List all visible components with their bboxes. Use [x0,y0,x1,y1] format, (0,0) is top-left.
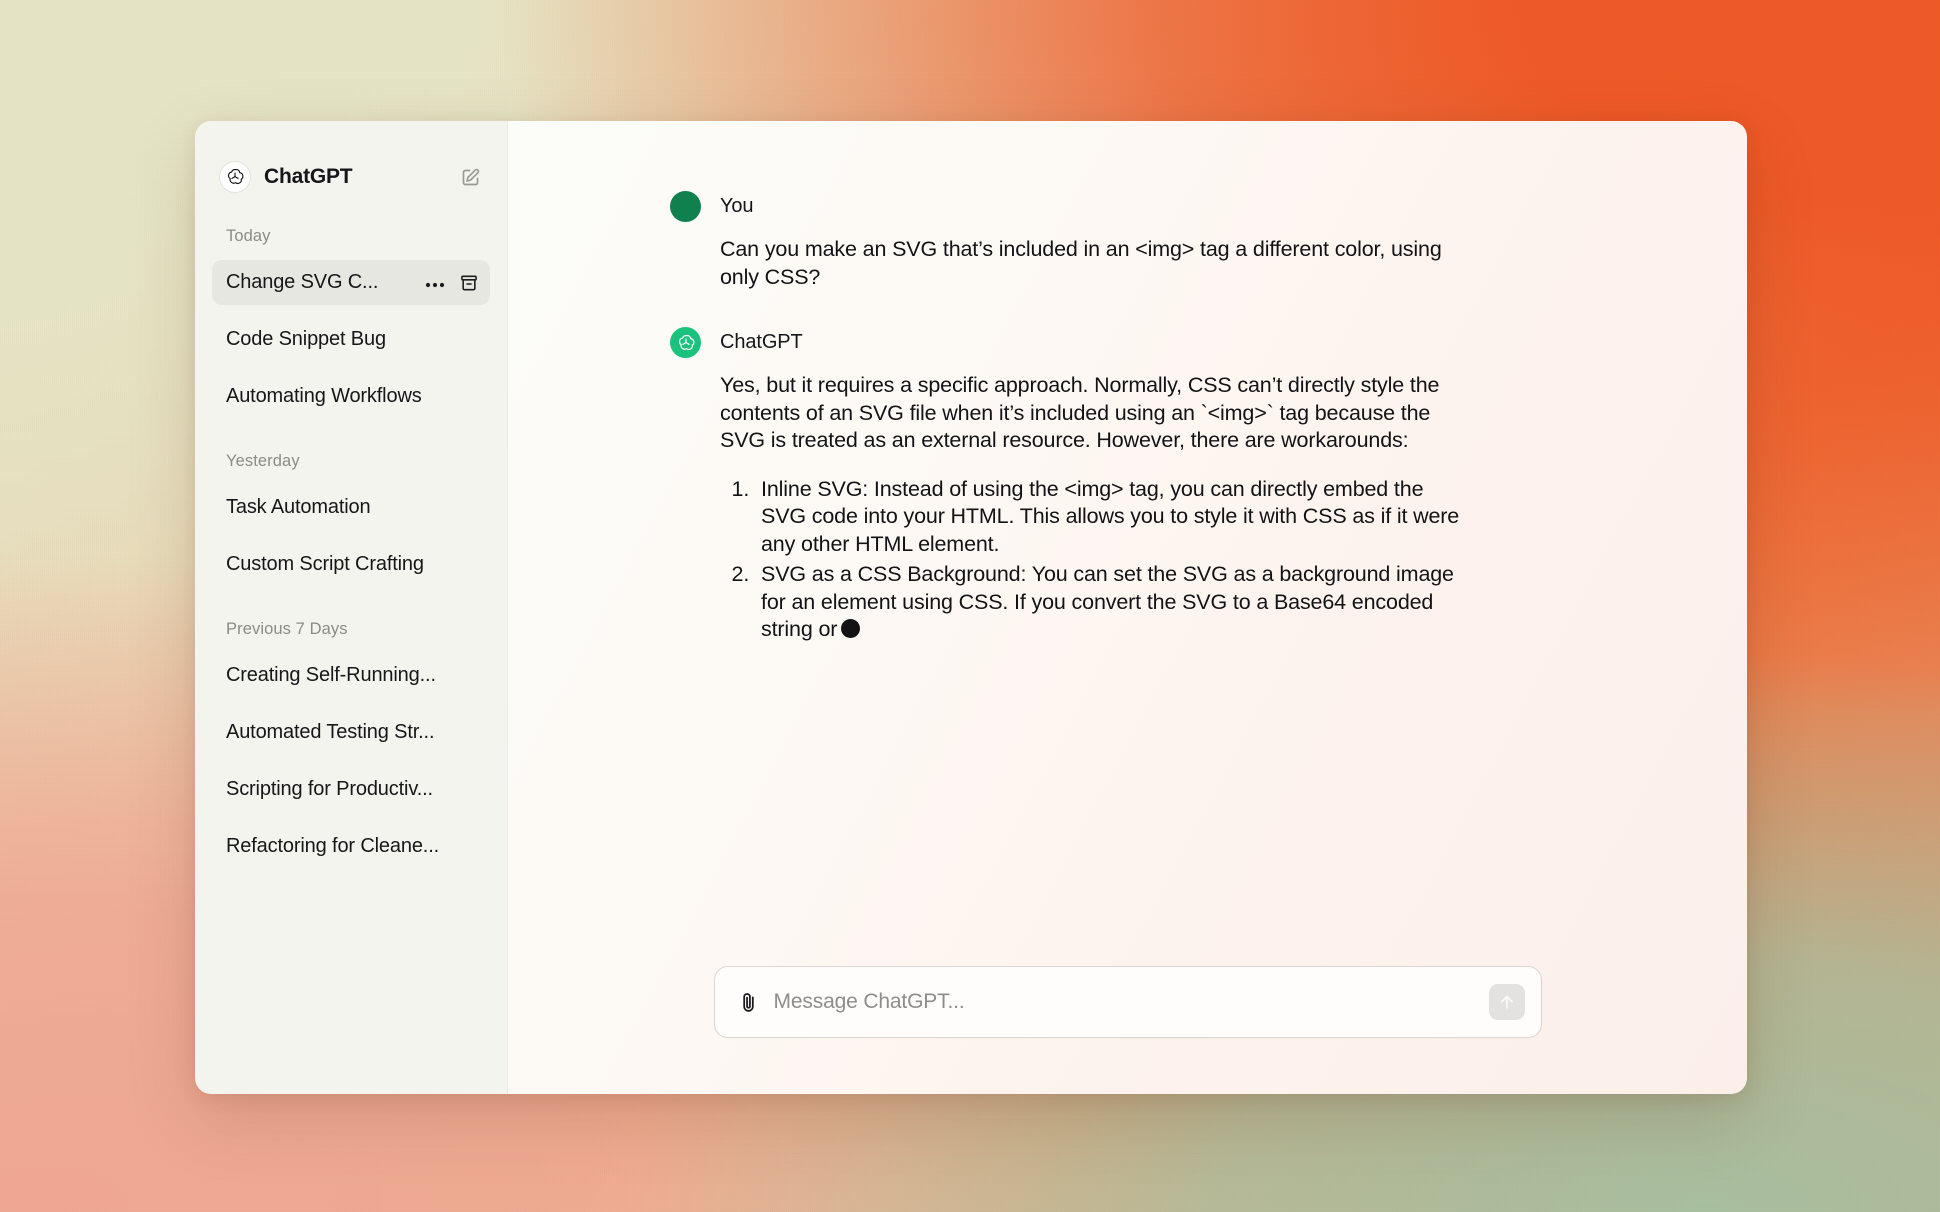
sidebar-item-label: Custom Script Crafting [226,553,424,575]
user-avatar [670,191,701,222]
message-ordered-list: Inline SVG: Instead of using the <img> t… [720,476,1460,644]
message-header: You [670,191,1570,222]
sidebar-item-label: Automated Testing Str... [226,721,435,743]
sidebar-item-creating-self-running[interactable]: Creating Self-Running... [212,653,490,698]
sidebar-group-label: Yesterday [226,452,300,470]
message-header: ChatGPT [670,327,1570,359]
sidebar-item-change-svg-c[interactable]: Change SVG C... [212,260,490,305]
message-input[interactable] [759,990,1489,1014]
list-item-text: SVG as a CSS Background: You can set the… [761,562,1454,642]
message-user: You Can you make an SVG that’s included … [670,191,1570,291]
message-body: Can you make an SVG that’s included in a… [670,236,1460,291]
send-button[interactable] [1488,984,1525,1020]
chatgpt-avatar [670,327,701,359]
sidebar-item-task-automation[interactable]: Task Automation [212,485,490,530]
sidebar-row-actions [417,273,479,293]
compose-edit-icon[interactable] [455,162,485,192]
sidebar-item-label: Task Automation [226,496,371,518]
more-options-icon[interactable] [425,278,445,288]
brand: ChatGPT [219,161,455,193]
chatgpt-app-window: ChatGPT Today Change SVG C... Code Snipp… [195,121,1747,1094]
paperclip-icon[interactable] [737,991,760,1014]
sidebar-item-label: Automating Workflows [226,385,422,407]
sidebar-item-label: Code Snippet Bug [226,328,386,350]
archive-box-icon[interactable] [459,273,479,293]
main-panel: You Can you make an SVG that’s included … [508,121,1747,1094]
sidebar-item-label: Refactoring for Cleane... [226,835,440,857]
brand-title: ChatGPT [264,165,353,188]
message-paragraph: Can you make an SVG that’s included in a… [720,237,1442,289]
list-item: SVG as a CSS Background: You can set the… [755,561,1460,644]
sidebar-group-label: Today [226,227,271,245]
sidebar-group-previous-7-days: Previous 7 Days Creating Self-Running...… [212,620,490,869]
sidebar-item-automated-testing-str[interactable]: Automated Testing Str... [212,710,490,755]
message-assistant: ChatGPT Yes, but it requires a specific … [670,327,1570,644]
sidebar-group-yesterday: Yesterday Task Automation Custom Script … [212,452,490,587]
message-author: You [720,195,754,217]
sidebar-item-label: Change SVG C... [226,271,379,293]
sidebar: ChatGPT Today Change SVG C... Code Snipp… [195,121,508,1094]
sidebar-item-code-snippet-bug[interactable]: Code Snippet Bug [212,317,490,362]
sidebar-group-label: Previous 7 Days [226,620,348,638]
sidebar-item-refactoring-for-cleane[interactable]: Refactoring for Cleane... [212,824,490,869]
sidebar-chat-list[interactable]: Today Change SVG C... Code Snippet Bug A… [195,227,507,869]
sidebar-item-label: Creating Self-Running... [226,664,436,686]
list-item: Inline SVG: Instead of using the <img> t… [755,476,1460,559]
message-composer[interactable] [713,966,1542,1038]
conversation-thread: You Can you make an SVG that’s included … [508,121,1747,966]
message-body: Yes, but it requires a specific approach… [670,372,1460,644]
message-author: ChatGPT [720,331,803,354]
list-item-text: Inline SVG: Instead of using the <img> t… [761,476,1460,556]
composer-area [508,966,1747,1094]
streaming-cursor-icon [841,619,861,639]
sidebar-item-scripting-for-productiv[interactable]: Scripting for Productiv... [212,767,490,812]
sidebar-item-automating-workflows[interactable]: Automating Workflows [212,374,490,419]
sidebar-group-today: Today Change SVG C... Code Snippet Bug A… [212,227,490,419]
sidebar-header: ChatGPT [195,144,507,210]
openai-logo-icon [219,161,251,193]
message-paragraph: Yes, but it requires a specific approach… [720,373,1440,453]
sidebar-item-label: Scripting for Productiv... [226,778,433,800]
sidebar-item-custom-script-crafting[interactable]: Custom Script Crafting [212,542,490,587]
